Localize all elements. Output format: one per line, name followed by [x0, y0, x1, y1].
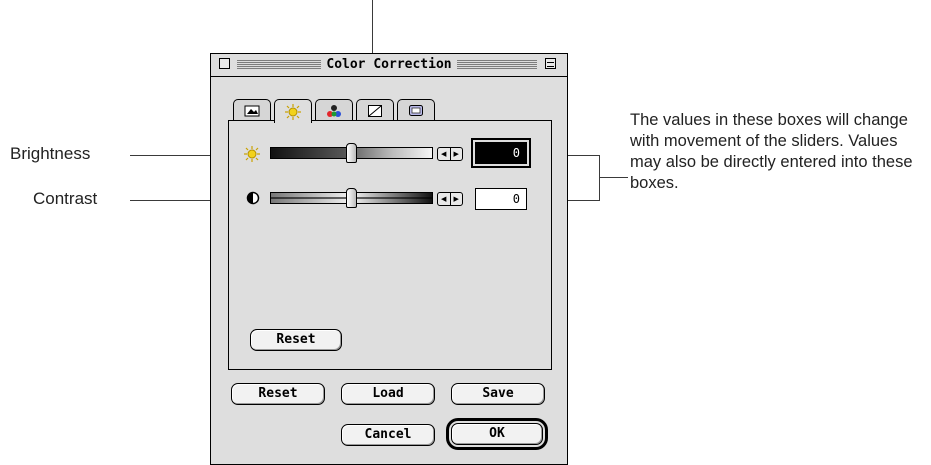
brightness-increment-icon[interactable]: ▶: [449, 148, 463, 160]
brightness-contrast-panel: ◀ ▶ 0 ◀ ▶ 0 Reset: [228, 120, 552, 370]
window-title: Color Correction: [321, 57, 457, 72]
brightness-sun-icon: [244, 146, 260, 162]
brightness-slider-thumb[interactable]: [346, 143, 357, 163]
tab-curves[interactable]: [356, 99, 394, 121]
panel-reset-button[interactable]: Reset: [250, 329, 342, 351]
contrast-callout-label: Contrast: [33, 189, 98, 208]
ok-button[interactable]: OK: [446, 418, 548, 450]
image-icon: [244, 105, 260, 116]
brightness-decrement-icon[interactable]: ◀: [438, 148, 450, 160]
zoom-box[interactable]: [545, 58, 556, 69]
color-dots-icon: [327, 104, 341, 117]
load-button[interactable]: Load: [341, 383, 435, 405]
reset-button[interactable]: Reset: [231, 383, 325, 405]
brightness-value-field[interactable]: 0: [471, 138, 531, 168]
tab-color-balance[interactable]: [315, 99, 353, 121]
contrast-increment-icon[interactable]: ▶: [449, 193, 463, 205]
color-correction-window: Color Correction ◀ ▶ 0 ◀ ▶ 0 Reset Reset…: [210, 53, 568, 465]
values-callout-text: The values in these boxes will change wi…: [630, 111, 913, 192]
contrast-stepper[interactable]: ◀ ▶: [437, 192, 463, 206]
contrast-value-field[interactable]: 0: [475, 188, 527, 210]
contrast-decrement-icon[interactable]: ◀: [438, 193, 450, 205]
brightness-callout-label: Brightness: [10, 144, 91, 163]
save-button[interactable]: Save: [451, 383, 545, 405]
curve-icon: [368, 104, 382, 117]
cancel-button[interactable]: Cancel: [341, 424, 435, 446]
brightness-stepper[interactable]: ◀ ▶: [437, 147, 463, 161]
monitor-icon: [409, 104, 423, 116]
contrast-icon: [246, 191, 260, 205]
tab-image[interactable]: [233, 99, 271, 121]
tab-brightness-contrast[interactable]: [274, 99, 312, 123]
sun-icon: [285, 103, 301, 120]
title-bar[interactable]: Color Correction: [211, 54, 567, 77]
tab-monitor[interactable]: [397, 99, 435, 121]
contrast-slider-thumb[interactable]: [346, 188, 357, 208]
